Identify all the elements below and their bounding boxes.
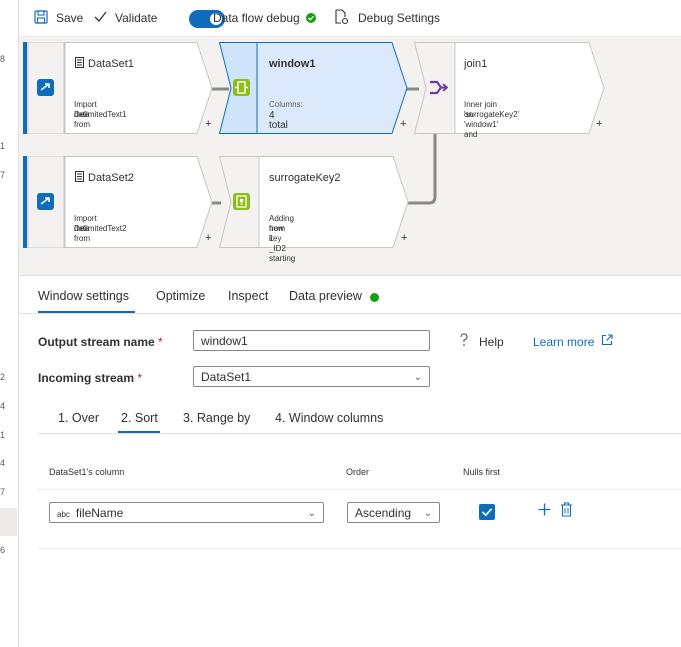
- string-type-badge: abc: [57, 510, 70, 519]
- add-transform-button[interactable]: +: [401, 232, 407, 244]
- chevron-down-icon: ⌄: [413, 372, 422, 383]
- debug-label: Data flow debug: [213, 11, 300, 25]
- subtab-window-columns[interactable]: 4. Window columns: [275, 411, 383, 425]
- dataset-icon: [75, 57, 84, 68]
- gutter-number: 1: [0, 430, 6, 440]
- tab-data-preview[interactable]: Data preview: [289, 289, 362, 303]
- node-title: window1: [269, 58, 316, 70]
- chevron-down-icon: ⌄: [307, 508, 316, 519]
- gutter-number: 2: [0, 372, 6, 382]
- subtab-range-by[interactable]: 3. Range by: [183, 411, 250, 425]
- sort-order-value: Ascending: [355, 506, 412, 520]
- save-button[interactable]: Save: [56, 11, 83, 25]
- column-header-order: Order: [346, 467, 370, 477]
- node-description-line1: Inner join on 'window1' and: [464, 100, 499, 139]
- gutter-number: 6: [0, 545, 6, 555]
- external-link-icon[interactable]: [601, 334, 613, 346]
- tab-inspect[interactable]: Inspect: [228, 289, 268, 303]
- subtab-sort[interactable]: 2. Sort: [121, 411, 158, 425]
- checkmark-icon[interactable]: [94, 11, 107, 23]
- column-header-nulls-first: Nulls first: [463, 467, 501, 477]
- surrogate-key-icon: [233, 193, 250, 210]
- toolbar: Save Validate Data flow debug Debug Sett…: [19, 0, 681, 37]
- add-icon[interactable]: [538, 503, 551, 516]
- node-title: DataSet1: [88, 58, 134, 70]
- gutter-number: 7: [0, 487, 6, 497]
- table-header-divider: [38, 489, 681, 490]
- incoming-stream-value: DataSet1: [201, 370, 252, 384]
- nulls-first-checkbox[interactable]: [479, 504, 495, 520]
- output-stream-input[interactable]: window1: [193, 330, 430, 351]
- add-transform-button[interactable]: +: [205, 118, 211, 130]
- node-title: surrogateKey2: [269, 172, 341, 184]
- gutter-number: 8: [0, 54, 6, 64]
- sort-column-dropdown[interactable]: abc fileName ⌄: [49, 502, 324, 523]
- learn-more-link[interactable]: Learn more: [533, 335, 594, 349]
- gutter-number: 4: [0, 401, 6, 411]
- tab-window-settings[interactable]: Window settings: [38, 289, 129, 303]
- add-transform-button[interactable]: +: [596, 118, 602, 130]
- dataset-icon: [75, 171, 84, 182]
- delete-icon[interactable]: [560, 502, 573, 517]
- tab-divider: [19, 313, 681, 314]
- output-stream-label: Output stream name *: [38, 335, 163, 349]
- node-title: DataSet2: [88, 172, 134, 184]
- gutter-number: 1: [0, 141, 6, 151]
- node-description-line2: DelimitedText1: [74, 110, 127, 119]
- table-row-divider: [38, 548, 681, 549]
- node-description-line2: 'surrogateKey2': [464, 110, 520, 119]
- column-header-column: DataSet1's column: [49, 467, 125, 477]
- node-description-line2: from 1: [269, 224, 285, 243]
- add-transform-button[interactable]: +: [400, 118, 406, 130]
- source-icon: [37, 79, 54, 96]
- help-link[interactable]: Help: [479, 335, 504, 349]
- join-icon: [430, 80, 448, 95]
- save-icon[interactable]: [34, 10, 48, 24]
- incoming-stream-dropdown[interactable]: DataSet1 ⌄: [193, 366, 430, 387]
- gutter-selection: [0, 508, 17, 536]
- dataflow-canvas[interactable]: DataSet1 Import data from DelimitedText1…: [19, 37, 681, 276]
- checkmark-icon: [481, 508, 493, 517]
- chevron-down-icon: ⌄: [423, 508, 432, 519]
- debug-settings-button[interactable]: Debug Settings: [358, 11, 440, 25]
- subtab-divider: [38, 433, 681, 434]
- incoming-stream-label: Incoming stream *: [38, 371, 143, 385]
- window-transform-icon: [233, 79, 250, 96]
- tab-optimize[interactable]: Optimize: [156, 289, 205, 303]
- node-description-line2: DelimitedText2: [74, 224, 127, 233]
- gutter-number: 4: [0, 458, 6, 468]
- debug-settings-icon[interactable]: [333, 9, 349, 25]
- status-check-icon: [306, 13, 316, 23]
- validate-button[interactable]: Validate: [115, 11, 157, 25]
- source-icon: [37, 193, 54, 210]
- node-title: join1: [464, 58, 488, 70]
- node-description-line1: Columns:: [269, 100, 303, 109]
- active-tab-indicator: [38, 311, 135, 313]
- sort-column-value: fileName: [75, 506, 124, 520]
- preview-status-icon: [370, 293, 379, 302]
- sort-order-dropdown[interactable]: Ascending ⌄: [347, 502, 440, 523]
- node-description-line2: 4 total: [269, 110, 288, 131]
- subtab-over[interactable]: 1. Over: [58, 411, 99, 425]
- gutter-number: 7: [0, 170, 6, 180]
- help-icon[interactable]: [459, 333, 469, 347]
- active-subtab-indicator: [118, 431, 160, 433]
- add-transform-button[interactable]: +: [205, 232, 211, 244]
